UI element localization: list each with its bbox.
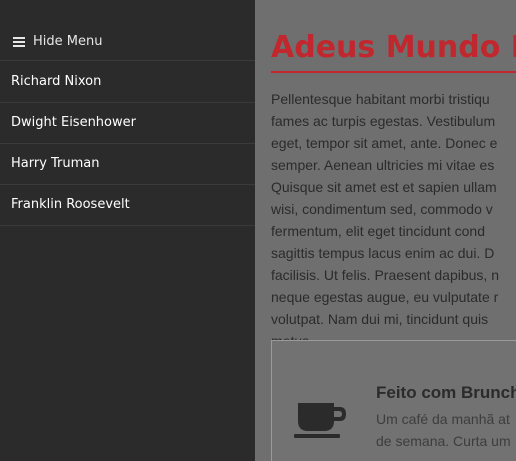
sidebar-nav: Richard Nixon Dwight Eisenhower Harry Tr… bbox=[0, 62, 255, 226]
body-paragraph: Pellentesque habitant morbi tristiqu fam… bbox=[271, 91, 499, 349]
coffee-cup-icon bbox=[294, 403, 346, 438]
sidebar-item-harry-truman[interactable]: Harry Truman bbox=[0, 144, 255, 185]
title-underline bbox=[271, 71, 516, 73]
page-title: Adeus Mundo Imu bbox=[271, 30, 516, 65]
sidebar: Hide Menu Richard Nixon Dwight Eisenhowe… bbox=[0, 0, 255, 461]
hide-menu-button[interactable]: Hide Menu bbox=[0, 23, 255, 61]
hamburger-icon bbox=[13, 36, 25, 47]
feature-card: Feito com Brunch Um café da manhã at de … bbox=[271, 340, 516, 461]
sidebar-item-franklin-roosevelt[interactable]: Franklin Roosevelt bbox=[0, 185, 255, 226]
card-text: Um café da manhã at de semana. Curta um bbox=[376, 411, 511, 449]
main-content: Adeus Mundo Imu Pellentesque habitant mo… bbox=[255, 0, 516, 461]
sidebar-item-dwight-eisenhower[interactable]: Dwight Eisenhower bbox=[0, 103, 255, 144]
sidebar-item-richard-nixon[interactable]: Richard Nixon bbox=[0, 62, 255, 103]
hide-menu-label: Hide Menu bbox=[33, 34, 103, 49]
card-title: Feito com Brunch bbox=[376, 383, 516, 402]
